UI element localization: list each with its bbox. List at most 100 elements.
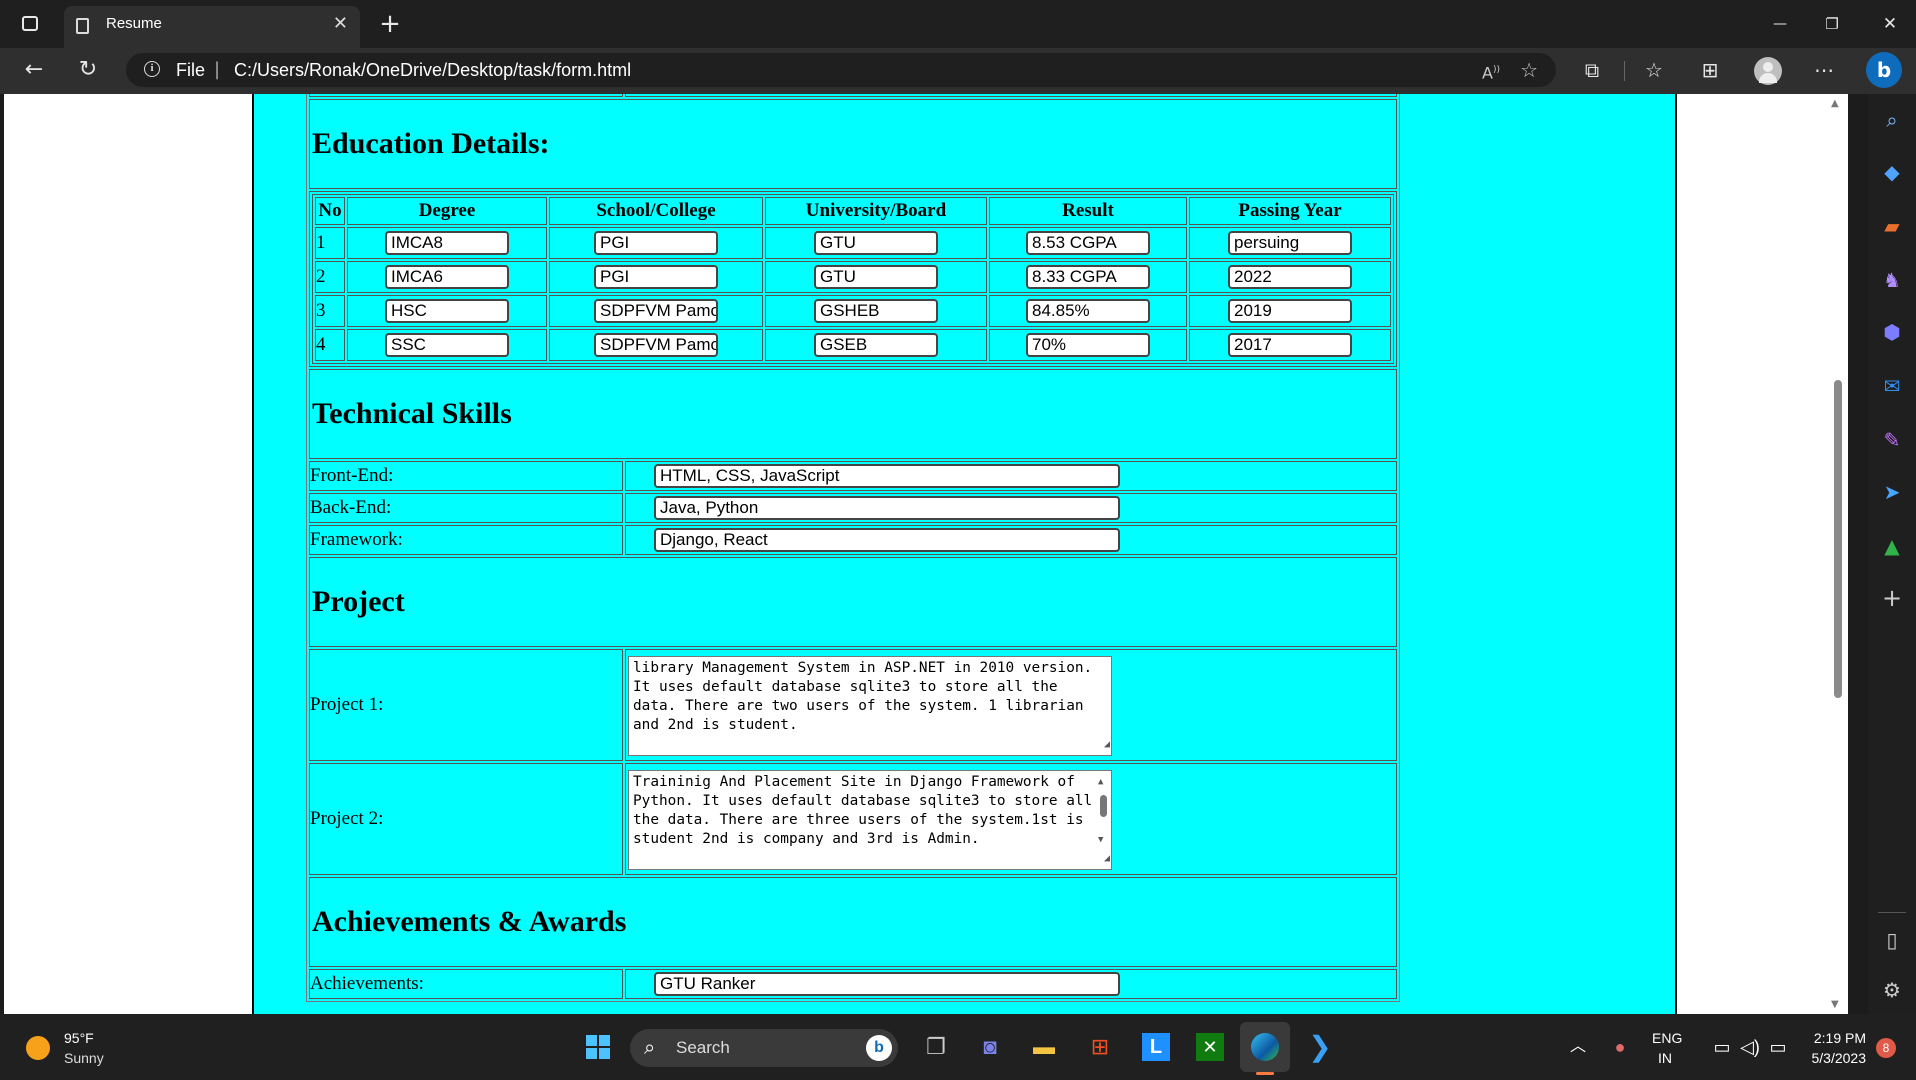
school-input[interactable]: PGI <box>594 265 718 289</box>
copilot-app-icon[interactable]: ⬢ <box>1876 316 1908 348</box>
language-bottom[interactable]: IN <box>1658 1050 1672 1066</box>
frontend-row: Front-End: HTML, CSS, JavaScript <box>309 461 1397 491</box>
profile-avatar[interactable] <box>1754 57 1782 85</box>
page-scrollbar[interactable]: ▲ ▼ <box>1828 94 1848 1014</box>
resize-grip-icon[interactable]: ◢ <box>1104 735 1110 754</box>
close-tab-icon[interactable]: ✕ <box>333 6 348 42</box>
minimize-button[interactable]: — <box>1760 0 1800 48</box>
more-menu-icon[interactable]: ⋯ <box>1806 48 1842 92</box>
result-input[interactable]: 84.85% <box>1026 299 1150 323</box>
taskbar-search-box[interactable]: ⌕ Search b <box>630 1029 898 1067</box>
year-input[interactable]: 2017 <box>1228 333 1352 357</box>
project-2-textarea[interactable]: Traininig And Placement Site in Django F… <box>628 770 1112 870</box>
vscode-icon[interactable]: ❯ <box>1300 1027 1340 1067</box>
clock-date[interactable]: 5/3/2023 <box>1798 1050 1867 1066</box>
scroll-down-icon[interactable]: ▼ <box>1098 831 1103 850</box>
tab-resume[interactable]: Resume ✕ <box>64 6 360 48</box>
windows-start-icon[interactable] <box>578 1027 618 1067</box>
col-degree: Degree <box>347 197 547 225</box>
add-sidebar-icon[interactable]: + <box>1876 582 1908 614</box>
close-window-button[interactable]: ✕ <box>1870 0 1910 48</box>
hide-sidebar-icon[interactable]: ▯ <box>1876 924 1908 956</box>
resize-grip-icon[interactable]: ◢ <box>1104 849 1110 868</box>
clock-time[interactable]: 2:19 PM <box>1810 1030 1866 1046</box>
skills-heading: Technical Skills <box>309 369 1397 459</box>
address-bar[interactable]: i File | C:/Users/Ronak/OneDrive/Desktop… <box>126 53 1556 87</box>
school-input[interactable]: SDPFVM Pamol <box>594 333 718 357</box>
degree-input[interactable]: IMCA6 <box>385 265 509 289</box>
degree-input[interactable]: HSC <box>385 299 509 323</box>
browser-title-bar: Resume ✕ + — ❐ ✕ <box>0 0 1916 48</box>
edge-active-indicator <box>1256 1072 1274 1075</box>
school-input[interactable]: SDPFVM Pamol <box>594 299 718 323</box>
new-tab-button[interactable]: + <box>374 0 406 48</box>
restore-button[interactable]: ❐ <box>1812 0 1852 48</box>
back-arrow-icon[interactable]: ← <box>16 48 52 92</box>
file-explorer-icon[interactable]: ▬ <box>1024 1027 1064 1067</box>
page-viewport[interactable]: Education Details: No Degree School/Coll… <box>4 94 1848 1014</box>
bing-copilot-icon[interactable]: b <box>1866 52 1902 88</box>
degree-input[interactable]: IMCA8 <box>385 231 509 255</box>
framework-label: Framework: <box>309 525 623 555</box>
refresh-icon[interactable]: ↻ <box>70 48 106 92</box>
weather-sun-icon[interactable] <box>26 1036 50 1060</box>
document-icon <box>76 18 89 34</box>
scroll-thumb[interactable] <box>1100 795 1107 817</box>
search-icon[interactable]: ⌕ <box>1876 104 1908 136</box>
textarea-scrollbar[interactable]: ▲ ▼ <box>1097 773 1109 853</box>
games-icon[interactable]: ♞ <box>1876 264 1908 296</box>
collections-icon[interactable]: ⊞ <box>1692 48 1728 92</box>
tools-briefcase-icon[interactable]: ▰ <box>1876 210 1908 242</box>
project-1-row: Project 1: library Management System in … <box>309 649 1397 761</box>
school-input[interactable]: PGI <box>594 231 718 255</box>
row-no: 4 <box>315 329 345 361</box>
project-1-text: library Management System in ASP.NET in … <box>633 660 1101 733</box>
favorites-icon[interactable]: ☆ <box>1636 48 1672 92</box>
add-favorite-icon[interactable]: ☆ <box>1520 53 1538 87</box>
table-row: 2 IMCA6 PGI GTU 8.33 CGPA 2022 <box>315 261 1391 293</box>
backend-input[interactable]: Java, Python <box>654 496 1120 520</box>
board-input[interactable]: GSHEB <box>814 299 938 323</box>
board-input[interactable]: GTU <box>814 231 938 255</box>
extensions-icon[interactable]: ⧉ <box>1574 48 1610 92</box>
edge-browser-icon[interactable] <box>1245 1027 1285 1067</box>
microphone-icon[interactable]: ● <box>1600 1027 1640 1067</box>
weather-desc[interactable]: Sunny <box>64 1050 104 1066</box>
teams-chat-icon[interactable]: ◙ <box>970 1027 1010 1067</box>
xbox-icon[interactable]: ✕ <box>1190 1027 1230 1067</box>
send-icon[interactable]: ➤ <box>1876 476 1908 508</box>
scroll-thumb[interactable] <box>1834 380 1842 698</box>
language-top[interactable]: ENG <box>1652 1030 1682 1046</box>
project-1-textarea[interactable]: library Management System in ASP.NET in … <box>628 656 1112 756</box>
read-aloud-icon[interactable]: A)) <box>1482 53 1500 90</box>
microsoft-store-icon[interactable]: ⊞ <box>1080 1027 1120 1067</box>
outlook-icon[interactable]: ✉ <box>1876 370 1908 402</box>
year-input[interactable]: 2019 <box>1228 299 1352 323</box>
show-hidden-icons-chevron[interactable]: ︿ <box>1558 1027 1598 1067</box>
scroll-up-icon[interactable]: ▲ <box>1098 773 1103 792</box>
settings-gear-icon[interactable]: ⚙ <box>1876 974 1908 1006</box>
l-app-icon[interactable]: L <box>1136 1027 1176 1067</box>
battery-icon[interactable]: ▭ <box>1758 1027 1798 1067</box>
achievements-input[interactable]: GTU Ranker <box>654 972 1120 996</box>
result-input[interactable]: 8.53 CGPA <box>1026 231 1150 255</box>
info-icon[interactable]: i <box>144 61 160 77</box>
scroll-up-icon[interactable]: ▲ <box>1831 98 1839 109</box>
result-input[interactable]: 70% <box>1026 333 1150 357</box>
board-input[interactable]: GSEB <box>814 333 938 357</box>
url-text[interactable]: C:/Users/Ronak/OneDrive/Desktop/task/for… <box>234 53 631 87</box>
scroll-down-icon[interactable]: ▼ <box>1831 999 1839 1010</box>
weather-temp[interactable]: 95°F <box>64 1030 94 1046</box>
shopping-tag-icon[interactable]: ◆ <box>1876 156 1908 188</box>
degree-input[interactable]: SSC <box>385 333 509 357</box>
result-input[interactable]: 8.33 CGPA <box>1026 265 1150 289</box>
year-input[interactable]: persuing <box>1228 231 1352 255</box>
board-input[interactable]: GTU <box>814 265 938 289</box>
notification-badge[interactable]: 8 <box>1876 1038 1896 1058</box>
framework-input[interactable]: Django, React <box>654 528 1120 552</box>
designer-icon[interactable]: ✎ <box>1876 424 1908 456</box>
year-input[interactable]: 2022 <box>1228 265 1352 289</box>
task-view-icon[interactable]: ❐ <box>916 1027 956 1067</box>
frontend-input[interactable]: HTML, CSS, JavaScript <box>654 464 1120 488</box>
tree-icon[interactable]: ▲ <box>1876 530 1908 562</box>
